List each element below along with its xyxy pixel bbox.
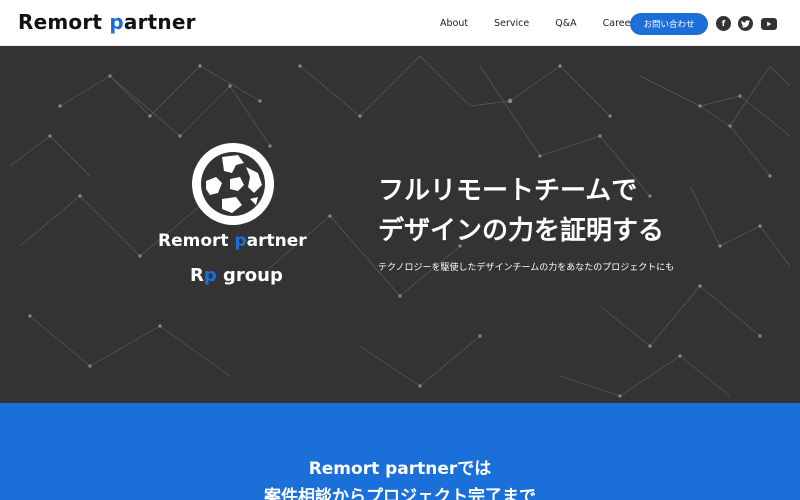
nav-link-service[interactable]: Service <box>494 18 529 29</box>
hero-headline-line2: デザインの力を証明する <box>378 216 665 246</box>
brand-text-rest: artner <box>246 231 307 251</box>
group-text-rest: group <box>216 265 283 286</box>
site-header: Remort partner About Service Q&A Careers… <box>0 0 800 46</box>
brand-text-accent: p <box>234 231 247 251</box>
hero-brand-name: Remort partner <box>158 231 307 251</box>
intro-section: Remort partnerでは 案件相談からプロジェクト完了まで <box>0 403 800 500</box>
nav-link-about[interactable]: About <box>440 18 468 29</box>
hero-subline: テクノロジーを駆使したデザインチームの力をあなたのプロジェクトにも <box>378 263 675 273</box>
twitter-icon[interactable] <box>738 16 753 31</box>
hero-headline-line1: フルリモートチームで <box>378 176 638 206</box>
site-logo[interactable]: Remort partner <box>18 10 196 34</box>
logo-text-rest: artner <box>123 10 196 34</box>
twitter-bird-glyph <box>741 19 750 28</box>
globe-logo-icon <box>192 143 274 225</box>
logo-text-main: Remort <box>18 10 110 34</box>
intro-line2: 案件相談からプロジェクト完了まで <box>264 487 536 500</box>
group-text-r: R <box>190 265 204 286</box>
logo-text-accent: p <box>109 10 124 34</box>
facebook-icon[interactable]: f <box>716 16 731 31</box>
contact-button[interactable]: お問い合わせ <box>630 13 708 35</box>
youtube-play-glyph <box>767 21 772 27</box>
youtube-icon[interactable] <box>761 18 777 30</box>
hero-group-name: Rp group <box>190 265 283 286</box>
hero-section: Remort partner Rp group フルリモートチームで デザインの… <box>0 46 800 403</box>
intro-text: Remort partnerでは 案件相談からプロジェクト完了まで <box>0 455 800 500</box>
group-text-accent: p <box>203 265 217 286</box>
intro-line1: Remort partnerでは <box>308 459 492 479</box>
nav-link-qa[interactable]: Q&A <box>555 18 576 29</box>
brand-text-main: Remort <box>158 231 235 251</box>
hero-headline: フルリモートチームで デザインの力を証明する <box>378 171 664 251</box>
